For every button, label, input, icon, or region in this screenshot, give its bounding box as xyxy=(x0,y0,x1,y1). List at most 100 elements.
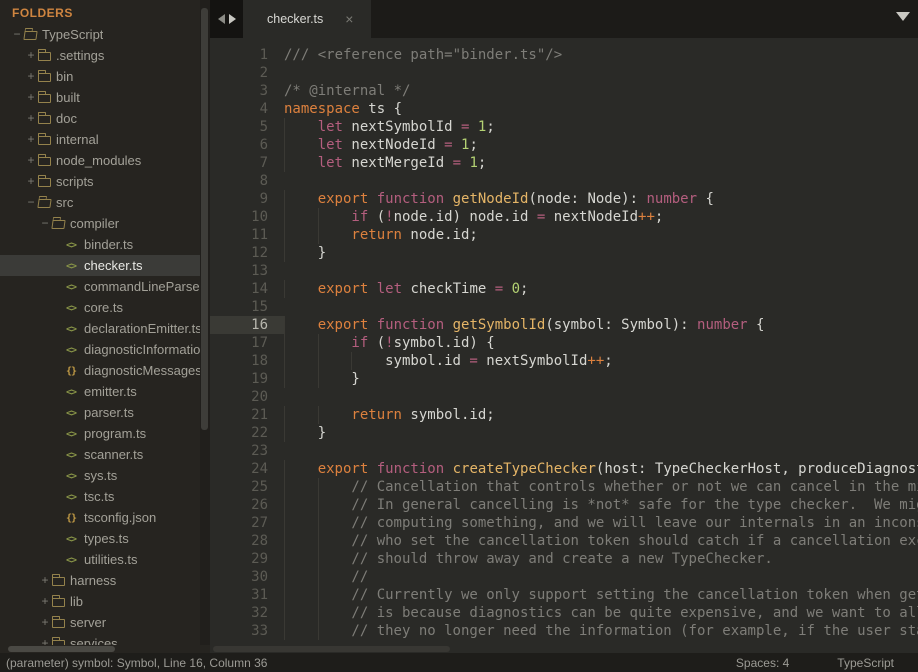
sidebar-item-diagnosticinformationmap-generated-ts[interactable]: <> diagnosticInformationMap.generated.ts xyxy=(0,339,200,360)
sidebar-item-built[interactable]: + built xyxy=(0,87,200,108)
sidebar-item-doc[interactable]: + doc xyxy=(0,108,200,129)
expand-icon[interactable]: + xyxy=(38,633,52,645)
tree-item-label: .settings xyxy=(56,48,105,63)
code-line[interactable]: 31 // Currently we only support setting t… xyxy=(210,586,918,604)
code-line[interactable]: 26 // In general cancelling is *not* safe… xyxy=(210,496,918,514)
indent-guide xyxy=(317,586,352,604)
tab-overflow-dropdown-icon[interactable] xyxy=(896,12,910,21)
code-line[interactable]: 23 xyxy=(210,442,918,460)
code-line[interactable]: 11 return node.id; xyxy=(210,226,918,244)
sidebar-vertical-scrollbar-thumb[interactable] xyxy=(201,8,208,430)
sidebar-item-compiler[interactable]: − compiler xyxy=(0,213,200,234)
expand-icon[interactable]: + xyxy=(38,612,52,633)
sidebar-item-types-ts[interactable]: <> types.ts xyxy=(0,528,200,549)
code-line-text: // Currently we only support setting the… xyxy=(284,586,918,604)
expand-icon[interactable]: + xyxy=(24,66,38,87)
code-line[interactable]: 14 export let checkTime = 0; xyxy=(210,280,918,298)
sidebar-item-bin[interactable]: + bin xyxy=(0,66,200,87)
sidebar-item-parser-ts[interactable]: <> parser.ts xyxy=(0,402,200,423)
code-line[interactable]: 12} xyxy=(210,244,918,262)
expand-icon[interactable]: + xyxy=(24,87,38,108)
sublime-text-window: FOLDERS − TypeScript + .settings + bin + built +… xyxy=(0,0,918,672)
code-line[interactable]: 10 if (!node.id) node.id = nextNodeId++; xyxy=(210,208,918,226)
tree-item-label: sys.ts xyxy=(84,468,118,483)
code-line[interactable]: 29 // should throw away and create a new … xyxy=(210,550,918,568)
code-line[interactable]: 27 // computing something, and we will le… xyxy=(210,514,918,532)
sidebar-item-tsconfig-json[interactable]: {} tsconfig.json xyxy=(0,507,200,528)
sidebar-item-services[interactable]: + services xyxy=(0,633,200,645)
sidebar-item-node-modules[interactable]: + node_modules xyxy=(0,150,200,171)
collapse-icon[interactable]: − xyxy=(24,192,38,213)
sidebar-item-program-ts[interactable]: <> program.ts xyxy=(0,423,200,444)
sidebar-item-scripts[interactable]: + scripts xyxy=(0,171,200,192)
expand-icon[interactable]: + xyxy=(24,129,38,150)
code-line[interactable]: 8 xyxy=(210,172,918,190)
sidebar-item-server[interactable]: + server xyxy=(0,612,200,633)
tree-item-label: doc xyxy=(56,111,77,126)
tab-checker-ts[interactable]: checker.ts × xyxy=(243,0,371,38)
code-line[interactable]: 4 namespace ts { xyxy=(210,100,918,118)
code-line[interactable]: 19} xyxy=(210,370,918,388)
expand-icon[interactable]: + xyxy=(24,171,38,192)
tab-scroll-left-icon[interactable] xyxy=(217,14,225,24)
tab-close-icon[interactable]: × xyxy=(345,12,353,26)
expand-icon[interactable]: + xyxy=(24,45,38,66)
sidebar-item-core-ts[interactable]: <> core.ts xyxy=(0,297,200,318)
sidebar-item-emitter-ts[interactable]: <> emitter.ts xyxy=(0,381,200,402)
code-line[interactable]: 16 export function getSymbolId(symbol: Sy… xyxy=(210,316,918,334)
expand-icon[interactable]: + xyxy=(38,591,52,612)
editor-horizontal-scrollbar-thumb[interactable] xyxy=(213,646,450,652)
code-line[interactable]: 15 xyxy=(210,298,918,316)
sidebar-item-harness[interactable]: + harness xyxy=(0,570,200,591)
collapse-icon[interactable]: − xyxy=(38,213,52,234)
expand-icon[interactable]: + xyxy=(24,150,38,171)
sidebar-item-internal[interactable]: + internal xyxy=(0,129,200,150)
sidebar-item-diagnosticmessages-json[interactable]: {} diagnosticMessages.json xyxy=(0,360,200,381)
code-line[interactable]: 21 return symbol.id; xyxy=(210,406,918,424)
code-line[interactable]: 22} xyxy=(210,424,918,442)
line-number: 1 xyxy=(259,47,268,63)
sidebar-horizontal-scrollbar-thumb[interactable] xyxy=(8,646,115,652)
code-line[interactable]: 24 export function createTypeChecker(host… xyxy=(210,460,918,478)
collapse-icon[interactable]: − xyxy=(10,24,24,45)
code-line[interactable]: 3 /* @internal */ xyxy=(210,82,918,100)
code-line[interactable]: 7 let nextMergeId = 1; xyxy=(210,154,918,172)
sidebar-item-src[interactable]: − src xyxy=(0,192,200,213)
code-line[interactable]: 18 symbol.id = nextSymbolId++; xyxy=(210,352,918,370)
sidebar-item--settings[interactable]: + .settings xyxy=(0,45,200,66)
sidebar-item-typescript[interactable]: − TypeScript xyxy=(0,24,200,45)
code-line[interactable]: 13 xyxy=(210,262,918,280)
indent-guide xyxy=(284,478,318,496)
code-line[interactable]: 1 /// <reference path="binder.ts"/> xyxy=(210,46,918,64)
sidebar-item-utilities-ts[interactable]: <> utilities.ts xyxy=(0,549,200,570)
code-line[interactable]: 6 let nextNodeId = 1; xyxy=(210,136,918,154)
folder-glyph xyxy=(38,133,51,145)
sidebar-item-tsc-ts[interactable]: <> tsc.ts xyxy=(0,486,200,507)
sidebar-item-checker-ts[interactable]: <> checker.ts xyxy=(0,255,200,276)
sidebar-vertical-scrollbar[interactable] xyxy=(200,0,210,645)
tab-scroll-right-icon[interactable] xyxy=(228,14,236,24)
folder-icon xyxy=(52,633,70,645)
code-line[interactable]: 20 xyxy=(210,388,918,406)
code-line[interactable]: 9 export function getNodeId(node: Node): … xyxy=(210,190,918,208)
status-indentation[interactable]: Spaces: 4 xyxy=(736,656,789,670)
code-line[interactable]: 25 // Cancellation that controls whether … xyxy=(210,478,918,496)
status-symbol-info: (parameter) symbol: Symbol, Line 16, Col… xyxy=(6,655,268,670)
code-line[interactable]: 33 // they no longer need the information… xyxy=(210,622,918,640)
sidebar-item-scanner-ts[interactable]: <> scanner.ts xyxy=(0,444,200,465)
code-line[interactable]: 28 // who set the cancellation token shou… xyxy=(210,532,918,550)
sidebar-item-binder-ts[interactable]: <> binder.ts xyxy=(0,234,200,255)
code-line[interactable]: 30 // xyxy=(210,568,918,586)
code-line[interactable]: 32 // is because diagnostics can be quite… xyxy=(210,604,918,622)
expand-icon[interactable]: + xyxy=(24,108,38,129)
sidebar-item-commandlineparser-ts[interactable]: <> commandLineParser.ts xyxy=(0,276,200,297)
code-line[interactable]: 17 if (!symbol.id) { xyxy=(210,334,918,352)
sidebar-item-sys-ts[interactable]: <> sys.ts xyxy=(0,465,200,486)
sidebar-item-lib[interactable]: + lib xyxy=(0,591,200,612)
expand-icon[interactable]: + xyxy=(38,570,52,591)
sidebar-item-declarationemitter-ts[interactable]: <> declarationEmitter.ts xyxy=(0,318,200,339)
code-editor[interactable]: 1/// <reference path="binder.ts"/> 2 3/* @… xyxy=(210,38,918,640)
status-syntax[interactable]: TypeScript xyxy=(837,656,894,670)
code-line[interactable]: 2 xyxy=(210,64,918,82)
code-line[interactable]: 5 let nextSymbolId = 1; xyxy=(210,118,918,136)
